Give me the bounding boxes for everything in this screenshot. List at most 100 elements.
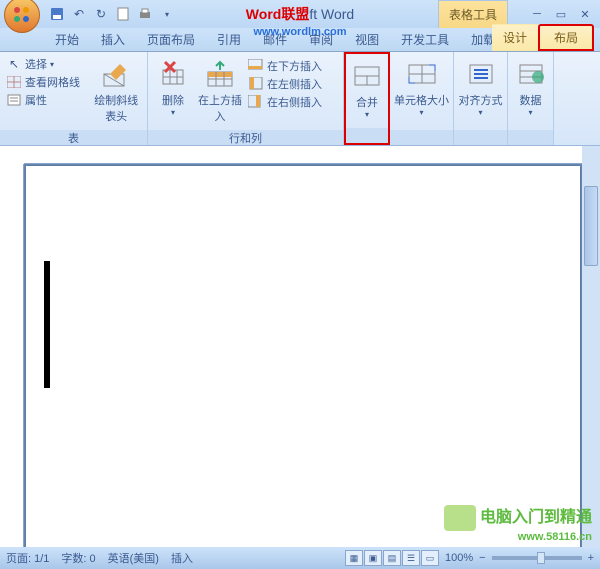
properties-label: 属性 [25,92,47,108]
cell-size-button[interactable]: 单元格大小 ▾ [393,55,450,120]
merge-dropdown-button[interactable]: 合并 ▾ [349,57,385,122]
tab-design[interactable]: 设计 [492,24,538,51]
zoom-slider[interactable] [492,556,582,560]
minimize-button[interactable]: ─ [526,6,548,22]
insert-right-label: 在右侧插入 [267,94,322,110]
table-row[interactable] [45,278,50,300]
tab-developer[interactable]: 开发工具 [390,26,460,51]
status-page[interactable]: 页面: 1/1 [6,550,49,566]
group-align-label [454,130,507,145]
table-row[interactable] [45,262,50,278]
zoom-out-button[interactable]: − [479,552,485,564]
vertical-ruler[interactable] [0,164,24,547]
app-name-suffix: ft Word [309,6,354,22]
group-align: 对齐方式 ▾ [454,52,508,145]
insert-below-button[interactable]: 在下方插入 [245,57,337,75]
data-button[interactable]: 数据 ▾ [511,55,550,120]
qat-new[interactable] [114,5,132,23]
watermark-union: 联盟 [281,6,309,22]
align-button[interactable]: 对齐方式 ▾ [457,55,504,120]
view-buttons: ▦ ▣ ▤ ☰ ▭ [345,550,439,566]
insert-below-label: 在下方插入 [267,58,322,74]
qat-undo[interactable]: ↶ [70,5,88,23]
group-rows-cols: 删除 ▾ 在上方插入 在下方插入 在左侧插入 在右侧插入 行和列 [148,52,344,145]
scroll-thumb[interactable] [584,186,598,266]
window-controls: ─ ▭ ✕ [526,6,596,22]
group-cell-size-label [390,130,453,145]
vertical-scrollbar[interactable] [582,146,600,547]
view-draft[interactable]: ▭ [421,550,439,566]
select-button[interactable]: ↖选择▾ [3,55,88,73]
tab-insert[interactable]: 插入 [90,26,136,51]
watermark-bottom: 电脑入门到精通 www.58116.cn [444,503,592,543]
select-label: 选择 [25,56,47,72]
tab-references[interactable]: 引用 [206,26,252,51]
zoom-percent[interactable]: 100% [445,552,473,564]
watermark-word: Word [246,6,282,22]
properties-icon [6,92,22,108]
status-lang[interactable]: 英语(美国) [108,550,159,566]
data-icon [515,58,547,90]
tab-layout[interactable]: 布局 [538,24,594,51]
close-button[interactable]: ✕ [574,6,596,22]
quick-access-toolbar: ↶ ↻ ▾ [48,5,176,23]
group-cell-size: 单元格大小 ▾ [390,52,454,145]
grid-icon [6,74,22,90]
draw-diagonal-button[interactable]: 绘制斜线表头 [88,55,144,127]
properties-button[interactable]: 属性 [3,91,88,109]
zoom-in-button[interactable]: + [588,552,594,564]
status-words[interactable]: 字数: 0 [61,550,95,566]
group-rows-cols-label: 行和列 [148,130,343,145]
document-area[interactable] [24,164,582,547]
cursor-icon: ↖ [6,56,22,72]
statusbar: 页面: 1/1 字数: 0 英语(美国) 插入 ▦ ▣ ▤ ☰ ▭ 100% −… [0,547,600,569]
tab-pagelayout[interactable]: 页面布局 [136,26,206,51]
insert-above-button[interactable]: 在上方插入 [195,55,245,127]
cell-size-icon [406,58,438,90]
insert-left-label: 在左侧插入 [267,76,322,92]
qat-print[interactable] [136,5,154,23]
insert-right-button[interactable]: 在右侧插入 [245,93,337,111]
gridlines-button[interactable]: 查看网格线 [3,73,88,91]
delete-icon [157,58,189,90]
table-row[interactable] [45,322,50,344]
document-table[interactable] [44,261,50,388]
delete-label: 删除 [162,92,184,108]
tab-home[interactable]: 开始 [44,26,90,51]
group-data-label [508,130,553,145]
delete-button[interactable]: 删除 ▾ [151,55,195,120]
watermark-logo-icon [444,505,476,531]
view-web[interactable]: ▤ [383,550,401,566]
align-label: 对齐方式 [459,92,503,108]
group-merge-label [346,128,388,143]
tab-view[interactable]: 视图 [344,26,390,51]
watermark-site: www.58116.cn [444,531,592,543]
table-row[interactable] [45,366,50,388]
view-print-layout[interactable]: ▦ [345,550,363,566]
table-row[interactable] [45,300,50,322]
view-outline[interactable]: ☰ [402,550,420,566]
group-data: 数据 ▾ [508,52,554,145]
watermark-url: www.wordlm.com [253,26,346,38]
horizontal-ruler[interactable] [24,146,600,164]
status-insert[interactable]: 插入 [171,550,193,566]
merge-icon [351,60,383,92]
watermark-text: 电脑入门到精通 [480,509,592,526]
qat-more[interactable]: ▾ [158,5,176,23]
cell-size-label: 单元格大小 [394,92,449,108]
merge-label: 合并 [356,94,378,110]
insert-left-button[interactable]: 在左侧插入 [245,75,337,93]
view-fullscreen[interactable]: ▣ [364,550,382,566]
table-row[interactable] [45,344,50,366]
zoom-handle[interactable] [537,552,545,564]
group-table: ↖选择▾ 查看网格线 属性 绘制斜线表头 表 [0,52,148,145]
qat-redo[interactable]: ↻ [92,5,110,23]
insert-above-label: 在上方插入 [196,92,244,124]
insert-above-icon [204,58,236,90]
window-title: Word联盟ft Word [246,4,354,24]
document-page[interactable] [26,166,580,547]
restore-button[interactable]: ▭ [550,6,572,22]
draw-label: 绘制斜线表头 [89,92,143,124]
data-label: 数据 [520,92,542,108]
qat-save[interactable] [48,5,66,23]
